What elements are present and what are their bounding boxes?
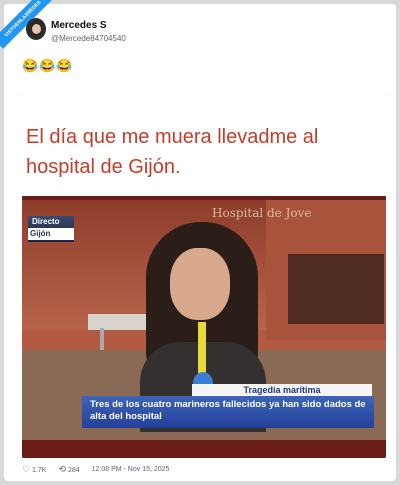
tweet-media[interactable]: El día que me muera llevadme al hospital… xyxy=(22,94,386,458)
like-count: 1.7K xyxy=(32,467,47,474)
building-windows xyxy=(288,254,384,324)
live-label: Directo xyxy=(32,217,60,226)
heart-icon: ♡ xyxy=(22,464,31,474)
lower-third-text: Tres de los cuatro marineros fallecidos … xyxy=(82,396,374,428)
like-button[interactable]: ♡ 1.7K xyxy=(22,464,46,475)
media-bottom-border xyxy=(22,440,386,458)
retweet-icon: ⟲ xyxy=(58,464,66,474)
tweet-text: 😂😂😂 xyxy=(22,58,74,73)
avatar-face xyxy=(32,24,41,34)
reporter-face xyxy=(170,248,230,320)
live-location: Gijón xyxy=(28,228,74,240)
live-badge: Directo Gijón xyxy=(28,216,74,242)
retweet-button[interactable]: ⟲ 284 xyxy=(58,464,79,475)
caption-area: El día que me muera llevadme al hospital… xyxy=(22,94,386,196)
tweet-timestamp[interactable]: 12:08 PM - Nov 15, 2025 xyxy=(92,466,170,473)
video-frame[interactable]: Hospital de Jove Directo Gijón Tragedia … xyxy=(22,200,386,440)
avatar[interactable] xyxy=(26,18,46,40)
retweet-count: 284 xyxy=(67,467,80,474)
account-name[interactable]: Mercedes S xyxy=(51,20,107,31)
tweet-card: VISTOENLASREDES Mercedes S @Mercede84704… xyxy=(0,0,396,481)
lower-third-title: Tragedia marítima xyxy=(192,384,372,396)
media-caption: El día que me muera llevadme al hospital… xyxy=(26,126,319,178)
account-handle[interactable]: @Mercede84704540 xyxy=(51,34,126,43)
hospital-sign: Hospital de Jove xyxy=(212,206,312,220)
tweet-footer: ♡ 1.7K ⟲ 284 12:08 PM - Nov 15, 2025 xyxy=(22,464,169,475)
